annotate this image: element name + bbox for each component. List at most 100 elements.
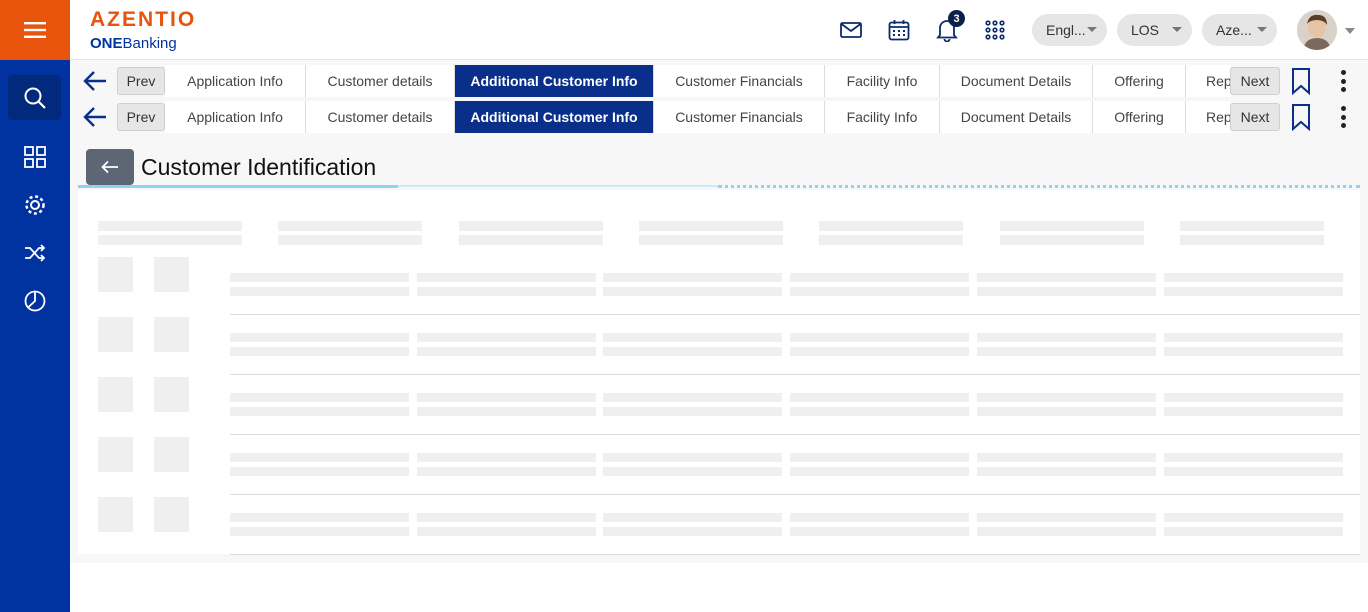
skeleton-avatar: [98, 497, 133, 532]
tab-facility-info[interactable]: Facility Info: [825, 101, 940, 133]
sidebar-item-dashboard[interactable]: [8, 134, 61, 179]
tab-customer-details[interactable]: Customer details: [306, 101, 455, 133]
tab-customer-details[interactable]: Customer details: [306, 65, 455, 97]
logo-sub-rest: Banking: [122, 35, 177, 52]
skeleton-header-bar: [638, 221, 783, 231]
skeleton-cell-bar: [230, 513, 409, 522]
tab-document-details[interactable]: Document Details: [940, 101, 1093, 133]
sidebar-item-search[interactable]: [8, 75, 61, 120]
tab-facility-info[interactable]: Facility Info: [825, 65, 940, 97]
skeleton-cell-bar: [790, 273, 970, 282]
next-button[interactable]: Next: [1230, 67, 1280, 95]
tab-additional-customer-info[interactable]: Additional Customer Info: [455, 65, 654, 97]
notification-count-badge: 3: [948, 10, 965, 27]
skeleton-cell-bar: [416, 287, 596, 296]
skeleton-cell-bar: [416, 513, 596, 522]
more-options-icon[interactable]: [1333, 68, 1353, 94]
tab-application-info[interactable]: Application Info: [165, 65, 306, 97]
chevron-down-icon: [1257, 27, 1267, 32]
back-arrow-icon[interactable]: [82, 69, 108, 93]
skeleton-cell-bar: [976, 347, 1156, 356]
calendar-icon: [888, 20, 910, 41]
module-selector[interactable]: LOS: [1117, 14, 1192, 46]
skeleton-cell-bar: [1163, 287, 1343, 296]
skeleton-cell-bar: [230, 467, 409, 476]
tab-document-details[interactable]: Document Details: [940, 65, 1093, 97]
next-button[interactable]: Next: [1230, 103, 1280, 131]
skeleton-avatar: [154, 257, 189, 292]
skeleton-cell-bar: [230, 527, 409, 536]
apps-button[interactable]: [982, 17, 1008, 43]
skeleton-avatar: [98, 317, 133, 352]
settings-icon: [24, 194, 45, 215]
tab-rep[interactable]: Rep: [1186, 101, 1231, 133]
logo-subtitle: ONEBanking: [90, 35, 177, 52]
mail-icon: [840, 22, 862, 38]
prev-button[interactable]: Prev: [117, 67, 165, 95]
skeleton-cell-bar: [603, 467, 783, 476]
tab-additional-customer-info[interactable]: Additional Customer Info: [455, 101, 654, 133]
logo-text: AZENTIO: [90, 8, 197, 31]
more-options-icon[interactable]: [1333, 104, 1353, 130]
skeleton-header-bar: [278, 235, 423, 245]
page-title: Customer Identification: [141, 154, 377, 180]
skeleton-cell-bar: [230, 453, 409, 462]
language-selector[interactable]: Engl...: [1032, 14, 1107, 46]
skeleton-cell-bar: [230, 347, 409, 356]
skeleton-cell-bar: [1163, 333, 1343, 342]
tab-customer-financials[interactable]: Customer Financials: [654, 101, 825, 133]
user-photo: [1297, 10, 1337, 50]
bookmark-icon[interactable]: [1290, 103, 1312, 131]
skeleton-cell-bar: [1163, 407, 1343, 416]
module-selector-value: LOS: [1131, 22, 1160, 38]
title-back-button[interactable]: [86, 149, 134, 185]
skeleton-cell-bar: [603, 347, 783, 356]
skeleton-avatar: [98, 257, 133, 292]
skeleton-cell-bar: [603, 513, 783, 522]
skeleton-cell-bar: [976, 513, 1156, 522]
hamburger-menu-button[interactable]: [0, 0, 70, 60]
skeleton-avatar: [154, 317, 189, 352]
back-arrow-icon[interactable]: [82, 105, 108, 129]
skeleton-header-bar: [999, 221, 1144, 231]
tab-offering[interactable]: Offering: [1093, 65, 1186, 97]
skeleton-header-bar: [278, 221, 423, 231]
skeleton-cell-bar: [603, 287, 783, 296]
tab-customer-financials[interactable]: Customer Financials: [654, 65, 825, 97]
skeleton-header-bar: [98, 235, 242, 245]
skeleton-avatar: [154, 377, 189, 412]
skeleton-cell-bar: [790, 453, 970, 462]
skeleton-header-bar: [999, 235, 1144, 245]
skeleton-header-bar: [819, 235, 964, 245]
user-menu-chevron-icon[interactable]: [1345, 28, 1355, 34]
dashboard-icon: [23, 145, 46, 168]
entity-selector[interactable]: Aze...: [1202, 14, 1277, 46]
sidebar-item-reports[interactable]: [8, 278, 61, 323]
skeleton-cell-bar: [976, 333, 1156, 342]
skeleton-cell-bar: [1163, 347, 1343, 356]
skeleton-cell-bar: [790, 347, 970, 356]
skeleton-cell-bar: [603, 407, 783, 416]
skeleton-cell-bar: [230, 393, 409, 402]
skeleton-avatar: [98, 377, 133, 412]
skeleton-cell-bar: [230, 407, 409, 416]
prev-button[interactable]: Prev: [117, 103, 165, 131]
skeleton-cell-bar: [603, 393, 783, 402]
user-avatar[interactable]: [1297, 10, 1337, 50]
tab-rep[interactable]: Rep: [1186, 65, 1231, 97]
skeleton-avatar: [98, 437, 133, 472]
skeleton-cell-bar: [230, 273, 409, 282]
sidebar-item-settings[interactable]: [8, 182, 61, 227]
mail-button[interactable]: [838, 17, 864, 43]
tab-offering[interactable]: Offering: [1093, 101, 1186, 133]
skeleton-header-bar: [98, 221, 242, 231]
calendar-button[interactable]: [886, 17, 912, 43]
sidebar-item-workflow[interactable]: [8, 230, 61, 275]
tab-application-info[interactable]: Application Info: [165, 101, 306, 133]
skeleton-cell-bar: [790, 287, 970, 296]
skeleton-avatar: [154, 437, 189, 472]
chevron-down-icon: [1172, 27, 1182, 32]
skeleton-cell-bar: [416, 407, 596, 416]
bookmark-icon[interactable]: [1290, 67, 1312, 95]
skeleton-cell-bar: [603, 453, 783, 462]
